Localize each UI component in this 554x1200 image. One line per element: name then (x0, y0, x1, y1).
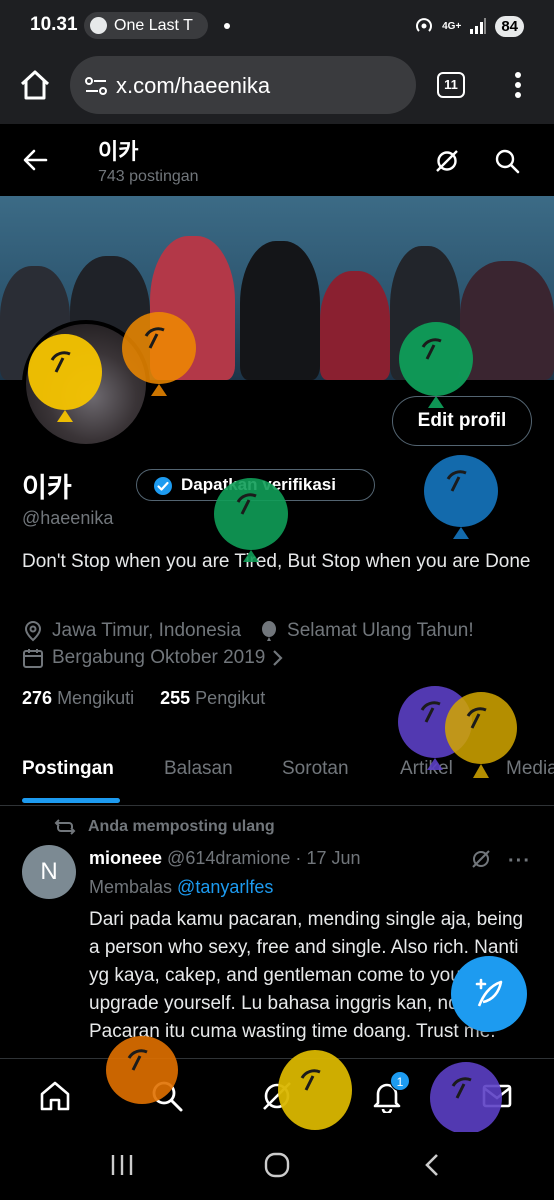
following-link[interactable]: 276 Mengikuti (22, 688, 134, 709)
post-author-avatar[interactable]: N (22, 845, 76, 899)
balloon-decoration (430, 1062, 502, 1132)
search-icon[interactable] (494, 148, 520, 174)
following-count: 276 (22, 688, 53, 708)
post-separator: · (295, 848, 302, 868)
header-name: 이카 (98, 139, 139, 164)
repost-icon (54, 819, 76, 835)
status-time: 10.31 (30, 14, 78, 35)
back-arrow-icon[interactable] (22, 148, 48, 172)
profile-birthday: Selamat Ulang Tahun! (287, 620, 474, 641)
reply-prefix: Membalas (89, 877, 173, 897)
site-settings-icon[interactable] (84, 76, 108, 96)
system-navigation (0, 1132, 554, 1200)
following-label: Mengikuti (57, 688, 135, 708)
follow-stats: 276 Mengikuti 255 Pengikut (22, 688, 265, 709)
address-bar[interactable]: x.com/haeenika (70, 56, 416, 114)
profile-handle: @haeenika (22, 508, 114, 528)
signal-icon (470, 18, 487, 34)
post-header: mioneee @614dramione · 17 Jun (89, 848, 360, 869)
hotspot-icon (416, 18, 433, 32)
url-text[interactable]: x.com/haeenika (116, 73, 270, 99)
reply-to-link[interactable]: @tanyarlfes (177, 877, 273, 897)
followers-label: Pengikut (195, 688, 266, 708)
verified-badge-icon (154, 477, 172, 495)
grok-icon[interactable] (470, 848, 492, 870)
home-icon[interactable] (18, 68, 52, 102)
nav-home-icon[interactable] (38, 1079, 72, 1113)
active-tab-indicator (22, 798, 120, 803)
profile-name: 이카 (22, 473, 72, 503)
balloon-decoration (106, 1036, 178, 1104)
post-author-name[interactable]: mioneee (89, 848, 162, 868)
profile-joined: Bergabung Oktober 2019 (52, 647, 266, 668)
followers-count: 255 (160, 688, 191, 708)
network-label: 4G+ (442, 20, 462, 32)
balloon-decoration (214, 478, 288, 562)
notifications-badge: 1 (390, 1071, 410, 1091)
system-back-icon[interactable] (422, 1152, 442, 1178)
post-author-handle[interactable]: @614dramione (167, 848, 290, 868)
post-date[interactable]: 17 Jun (306, 848, 360, 868)
repost-label: Anda memposting ulang (88, 818, 275, 835)
grok-icon[interactable] (434, 148, 460, 174)
location-icon (24, 620, 42, 642)
browser-toolbar: x.com/haeenika 11 (0, 52, 554, 124)
balloon-decoration (399, 322, 473, 408)
profile-header: 이카 743 postingan (0, 124, 554, 196)
tab-switcher-button[interactable]: 11 (437, 72, 465, 98)
balloon-decoration (122, 312, 196, 396)
header-post-count: 743 postingan (98, 168, 199, 185)
tab-posts[interactable]: Postingan (22, 758, 114, 780)
chevron-right-icon (273, 650, 283, 666)
status-bar: 10.31 One Last T 4G+ 84 (0, 0, 554, 52)
system-home-icon[interactable] (264, 1152, 290, 1178)
compose-post-button[interactable] (451, 956, 527, 1032)
profile-meta-row: Jawa Timur, Indonesia Selamat Ulang Tahu… (22, 620, 474, 642)
browser-menu-icon[interactable] (510, 70, 526, 100)
media-pill[interactable]: One Last T (84, 12, 208, 39)
banner-figure (320, 271, 390, 380)
recent-apps-icon[interactable] (110, 1152, 134, 1178)
tab-replies[interactable]: Balasan (164, 758, 233, 780)
calendar-icon (23, 649, 43, 668)
followers-link[interactable]: 255 Pengikut (160, 688, 265, 709)
profile-location: Jawa Timur, Indonesia (52, 620, 242, 641)
repost-indicator: Anda memposting ulang (54, 818, 275, 836)
balloon-decoration (424, 455, 498, 539)
banner-figure (240, 241, 320, 380)
tab-highlights[interactable]: Sorotan (282, 758, 349, 780)
balloon-icon (262, 621, 277, 641)
more-options-icon[interactable]: ··· (508, 850, 531, 873)
battery-level: 84 (495, 15, 524, 37)
balloon-decoration (278, 1050, 352, 1130)
spotify-icon (90, 17, 107, 34)
profile-joined-row[interactable]: Bergabung Oktober 2019 (22, 647, 291, 669)
notification-dot (224, 23, 230, 29)
balloon-decoration (445, 692, 517, 778)
reply-context: Membalas @tanyarlfes (89, 877, 273, 898)
media-title: One Last T (114, 17, 193, 34)
compose-feather-icon (475, 978, 503, 1007)
status-icons: 4G+ 84 (414, 14, 524, 38)
balloon-decoration (28, 334, 102, 422)
